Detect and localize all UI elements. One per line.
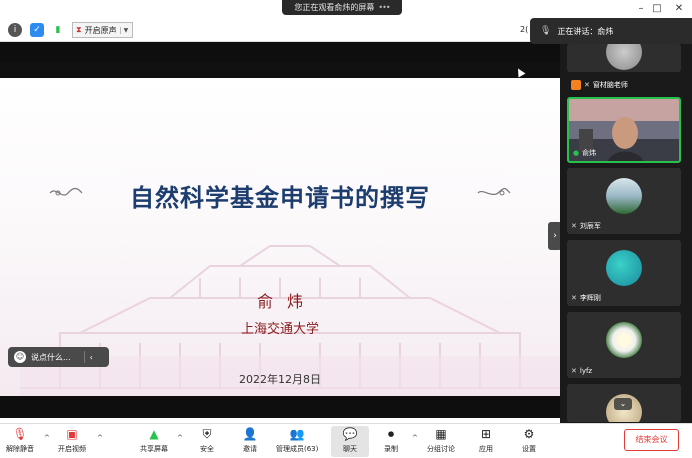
info-icon[interactable]: i <box>8 23 22 37</box>
quick-chat-input[interactable]: ☺ 说点什么... ‹ <box>8 347 109 367</box>
security-button[interactable]: ⛨ 安全 <box>198 426 216 457</box>
audio-icon: ⧗ <box>76 25 82 34</box>
more-icon[interactable]: ••• <box>378 3 390 12</box>
invite-icon: 👤 <box>242 427 258 441</box>
participant-name: 俞炜 <box>582 149 597 157</box>
invite-label: 邀请 <box>243 445 257 453</box>
slide-author: 俞炜 <box>256 292 317 311</box>
participant-tile[interactable]: ✕ lyfz <box>567 312 681 378</box>
participant-name: 李辉刚 <box>579 294 601 302</box>
record-label: 录制 <box>384 445 398 453</box>
muted-mic-icon: 🎙 <box>540 26 552 36</box>
chevron-down-icon[interactable]: ▼ <box>119 26 128 34</box>
minimize-button[interactable]: – <box>634 2 648 16</box>
meeting-window: – □ ✕ 您正在观看俞炜的屏幕 ••• i ✓ ▮ ⧗ 开启原声 ▼ 2(自… <box>0 0 692 458</box>
original-sound-button[interactable]: ⧗ 开启原声 ▼ <box>72 22 134 38</box>
chat-button[interactable]: 💬 聊天 <box>331 426 369 457</box>
audio-options-chevron-icon[interactable]: ^ <box>44 434 50 442</box>
quick-chat-placeholder: 说点什么... <box>31 352 71 362</box>
video-off-icon: ▣ <box>66 427 78 441</box>
chevron-left-icon[interactable]: ‹ <box>90 353 93 362</box>
breakout-label: 分组讨论 <box>427 445 455 453</box>
meeting-controls: 🎙 解除静音 ^ ▣ 开启视频 ^ ▲ 共享屏幕 ^ ⛨ 安全 👤 邀请 👥 管… <box>0 423 692 458</box>
active-speaker-label: 正在讲话：俞炜 <box>557 26 614 36</box>
emoji-icon[interactable]: ☺ <box>14 351 26 363</box>
share-dark-band <box>0 62 560 78</box>
video-options-chevron-icon[interactable]: ^ <box>97 434 103 442</box>
participant-label: ✕ 窗材脑老师 <box>571 78 628 91</box>
chat-icon: 💬 <box>342 427 358 441</box>
participant-tile[interactable]: ✕ 李辉刚 <box>567 240 681 306</box>
slide-date: 2022年12月8日 <box>239 373 321 386</box>
active-speaker-bar: 🎙 正在讲话：俞炜 <box>530 18 692 44</box>
share-screen-button[interactable]: ▲ 共享屏幕 <box>140 426 168 457</box>
participant-tile[interactable]: ✕ 窗材脑老师 <box>567 74 681 94</box>
muted-mic-icon: ✕ <box>571 222 577 230</box>
view-option-fragment[interactable]: 2( <box>520 25 528 34</box>
shield-icon: ⛨ <box>202 427 212 441</box>
muted-mic-icon: ✕ <box>571 367 577 375</box>
participant-name: 窗材脑老师 <box>592 80 628 89</box>
muted-mic-icon: ✕ <box>584 80 590 89</box>
muted-mic-icon: 🎙 <box>12 427 28 441</box>
participant-avatar <box>606 178 642 214</box>
viewing-notice-text: 您正在观看俞炜的屏幕 <box>294 3 375 12</box>
participant-name: lyfz <box>579 367 593 375</box>
settings-button[interactable]: ⚙ 设置 <box>520 426 538 457</box>
security-label: 安全 <box>200 445 214 453</box>
share-options-chevron-icon[interactable]: ^ <box>177 434 183 442</box>
participant-tile-active[interactable]: ● 俞炜 <box>567 97 681 163</box>
participant-label: ● 俞炜 <box>573 148 596 158</box>
participant-label: ✕ 李辉刚 <box>571 293 601 303</box>
share-screen-label: 共享屏幕 <box>140 445 168 453</box>
signal-icon[interactable]: ▮ <box>51 23 65 37</box>
apps-icon: ⊞ <box>480 427 492 441</box>
participant-tile[interactable] <box>567 44 681 72</box>
divider <box>83 351 85 363</box>
share-bottom-band <box>0 396 560 418</box>
start-video-label: 开启视频 <box>58 445 86 453</box>
mic-icon: ● <box>573 149 580 157</box>
slide-university: 上海交通大学 <box>240 322 319 337</box>
apps-button[interactable]: ⊞ 应用 <box>477 426 495 457</box>
start-video-button[interactable]: ▣ 开启视频 <box>58 426 86 457</box>
manage-participants-button[interactable]: 👥 管理成员(63) <box>276 426 318 457</box>
record-button[interactable]: ⏺ 录制 <box>382 426 400 457</box>
share-top-bar <box>0 42 560 62</box>
gear-icon: ⚙ <box>523 427 535 441</box>
unmute-label: 解除静音 <box>6 445 34 453</box>
participant-label: ✕ lyfz <box>571 367 592 375</box>
participant-label: ✕ 刘辰军 <box>571 221 601 231</box>
settings-label: 设置 <box>522 445 536 453</box>
apps-label: 应用 <box>479 445 493 453</box>
unmute-button[interactable]: 🎙 解除静音 <box>6 426 34 457</box>
manage-participants-label: 管理成员(63) <box>276 445 319 453</box>
top-toolbar: i ✓ ▮ ⧗ 开启原声 ▼ 2( <box>0 18 560 42</box>
chevron-down-icon: ⌄ <box>619 399 627 408</box>
breakout-icon: ▦ <box>435 427 447 441</box>
muted-mic-icon: ✕ <box>571 294 577 302</box>
share-screen-icon: ▲ <box>149 427 159 441</box>
record-options-chevron-icon[interactable]: ^ <box>412 434 418 442</box>
participants-icon: 👥 <box>289 427 305 441</box>
slide-title: 自然科学基金申请书的撰写 <box>130 184 430 212</box>
maximize-button[interactable]: □ <box>650 2 664 16</box>
shield-icon[interactable]: ✓ <box>30 23 44 37</box>
participant-avatar <box>606 322 642 358</box>
chat-label: 聊天 <box>343 445 357 453</box>
breakout-rooms-button[interactable]: ▦ 分组讨论 <box>427 426 455 457</box>
participant-avatar <box>606 250 642 286</box>
invite-button[interactable]: 👤 邀请 <box>241 426 259 457</box>
host-badge-icon <box>571 79 581 90</box>
close-button[interactable]: ✕ <box>672 2 686 16</box>
end-meeting-button[interactable]: 结束会议 <box>624 429 679 451</box>
participant-tile[interactable]: ✕ 刘辰军 <box>567 168 681 234</box>
viewing-notice: 您正在观看俞炜的屏幕 ••• <box>282 0 402 15</box>
participant-name: 刘辰军 <box>579 222 601 230</box>
scroll-down-button[interactable]: ⌄ <box>614 398 632 410</box>
chevron-right-icon: › <box>553 231 557 241</box>
record-icon: ⏺ <box>387 427 394 441</box>
original-sound-label: 开启原声 <box>84 25 117 35</box>
participant-avatar <box>606 44 642 70</box>
